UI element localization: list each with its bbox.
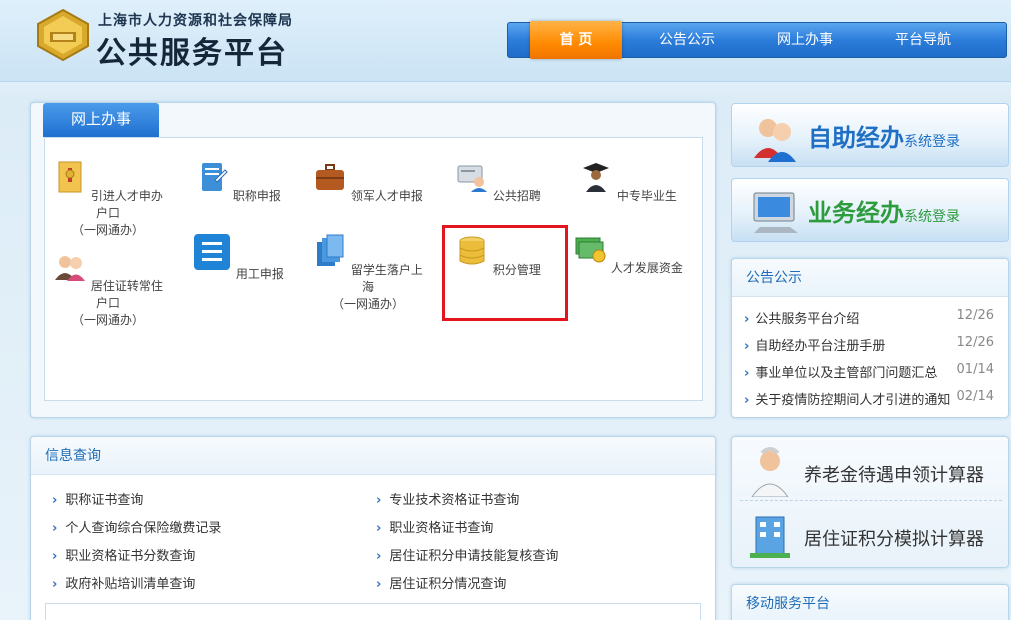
points-calculator[interactable]: 居住证积分模拟计算器 [740,505,1002,565]
page-header: 上海市人力资源和社会保障局 公共服务平台 首 页 公告公示 网上办事 平台导航 [0,0,1011,82]
query-professional-cert[interactable]: 专业技术资格证书查询 [376,489,519,508]
org-name: 上海市人力资源和社会保障局 [98,13,293,29]
pension-calculator[interactable]: 养老金待遇申领计算器 [740,441,1002,501]
list-icon [194,234,231,270]
notice-panel: 公告公示 公共服务平台介绍12/26 自助经办平台注册手册12/26 事业单位以… [731,258,1009,418]
nav-online-services[interactable]: 网上办事 [752,23,858,57]
notice-item[interactable]: 关于疫情防控期间人才引进的通知02/14 [744,389,998,408]
query-insurance-record[interactable]: 个人查询综合保险缴费记录 [52,517,221,536]
business-login-banner[interactable]: 业务经办系统登录 [731,178,1009,242]
query-qualification-score[interactable]: 职业资格证书分数查询 [52,545,195,564]
service-leading-talent[interactable]: 领军人才申报 [308,160,428,204]
nav-platform-guide[interactable]: 平台导航 [870,23,976,57]
mobile-service-panel: 移动服务平台 [731,584,1009,620]
briefcase-icon [316,164,345,190]
notice-item[interactable]: 事业单位以及主管部门问题汇总01/14 [744,362,998,381]
platform-name: 公共服务平台 [96,36,288,71]
service-talent-fund[interactable]: 人才发展资金 [568,232,688,276]
logo-icon[interactable] [34,8,92,62]
service-employment-apply[interactable]: 用工申报 [178,232,298,282]
query-training-list[interactable]: 政府补贴培训清单查询 [52,573,195,592]
users-icon [754,119,796,162]
points-calculator-label: 居住证积分模拟计算器 [804,529,984,550]
notice-item[interactable]: 自助经办平台注册手册12/26 [744,335,998,354]
money-icon [575,237,606,263]
self-service-sub: 系统登录 [904,134,960,150]
query-title-cert[interactable]: 职称证书查询 [52,489,143,508]
service-public-recruit[interactable]: 公共招聘 [438,160,558,204]
query-qualification-cert[interactable]: 职业资格证书查询 [376,517,493,536]
self-service-login-banner[interactable]: 自助经办系统登录 [731,103,1009,167]
people-icon [55,256,86,281]
self-service-main: 自助经办 [808,124,904,152]
query-points-status[interactable]: 居住证积分情况查询 [376,573,506,592]
service-residence-permit-hukou[interactable]: 居住证转常住户口 （一网通办） [48,250,168,328]
building-icon [750,516,790,558]
highlight-box [442,225,568,321]
recruit-icon [457,165,488,192]
service-overseas-student-hukou[interactable]: 留学生落户上海 （一网通办） [308,234,428,312]
computer-icon [753,192,798,233]
info-subpanel [45,603,701,620]
service-title-apply[interactable]: 职称申报 [178,160,298,204]
notice-item[interactable]: 公共服务平台介绍12/26 [744,308,998,327]
calculator-panel: 养老金待遇申领计算器 居住证积分模拟计算器 [731,436,1009,568]
info-query-title: 信息查询 [31,437,715,475]
envelope-icon [58,161,82,193]
graduate-icon [583,163,610,192]
doctor-icon [751,447,789,497]
notice-title: 公告公示 [732,259,1008,297]
service-vocational-grad[interactable]: 中专毕业生 [568,160,688,204]
pension-calculator-label: 养老金待遇申领计算器 [804,465,984,486]
main-nav: 首 页 公告公示 网上办事 平台导航 [507,21,1007,59]
nav-home[interactable]: 首 页 [530,21,622,59]
mobile-title[interactable]: 移动服务平台 [732,585,1008,620]
online-services-tab[interactable]: 网上办事 [43,103,159,137]
business-main: 业务经办 [808,199,904,227]
query-skill-review[interactable]: 居住证积分申请技能复核查询 [376,545,558,564]
documents-icon [317,234,344,266]
certificate-icon [202,163,228,191]
nav-announcements[interactable]: 公告公示 [634,23,740,57]
business-sub: 系统登录 [904,209,960,225]
service-talent-hukou[interactable]: 引进人才申办户口 （一网通办） [48,160,168,238]
